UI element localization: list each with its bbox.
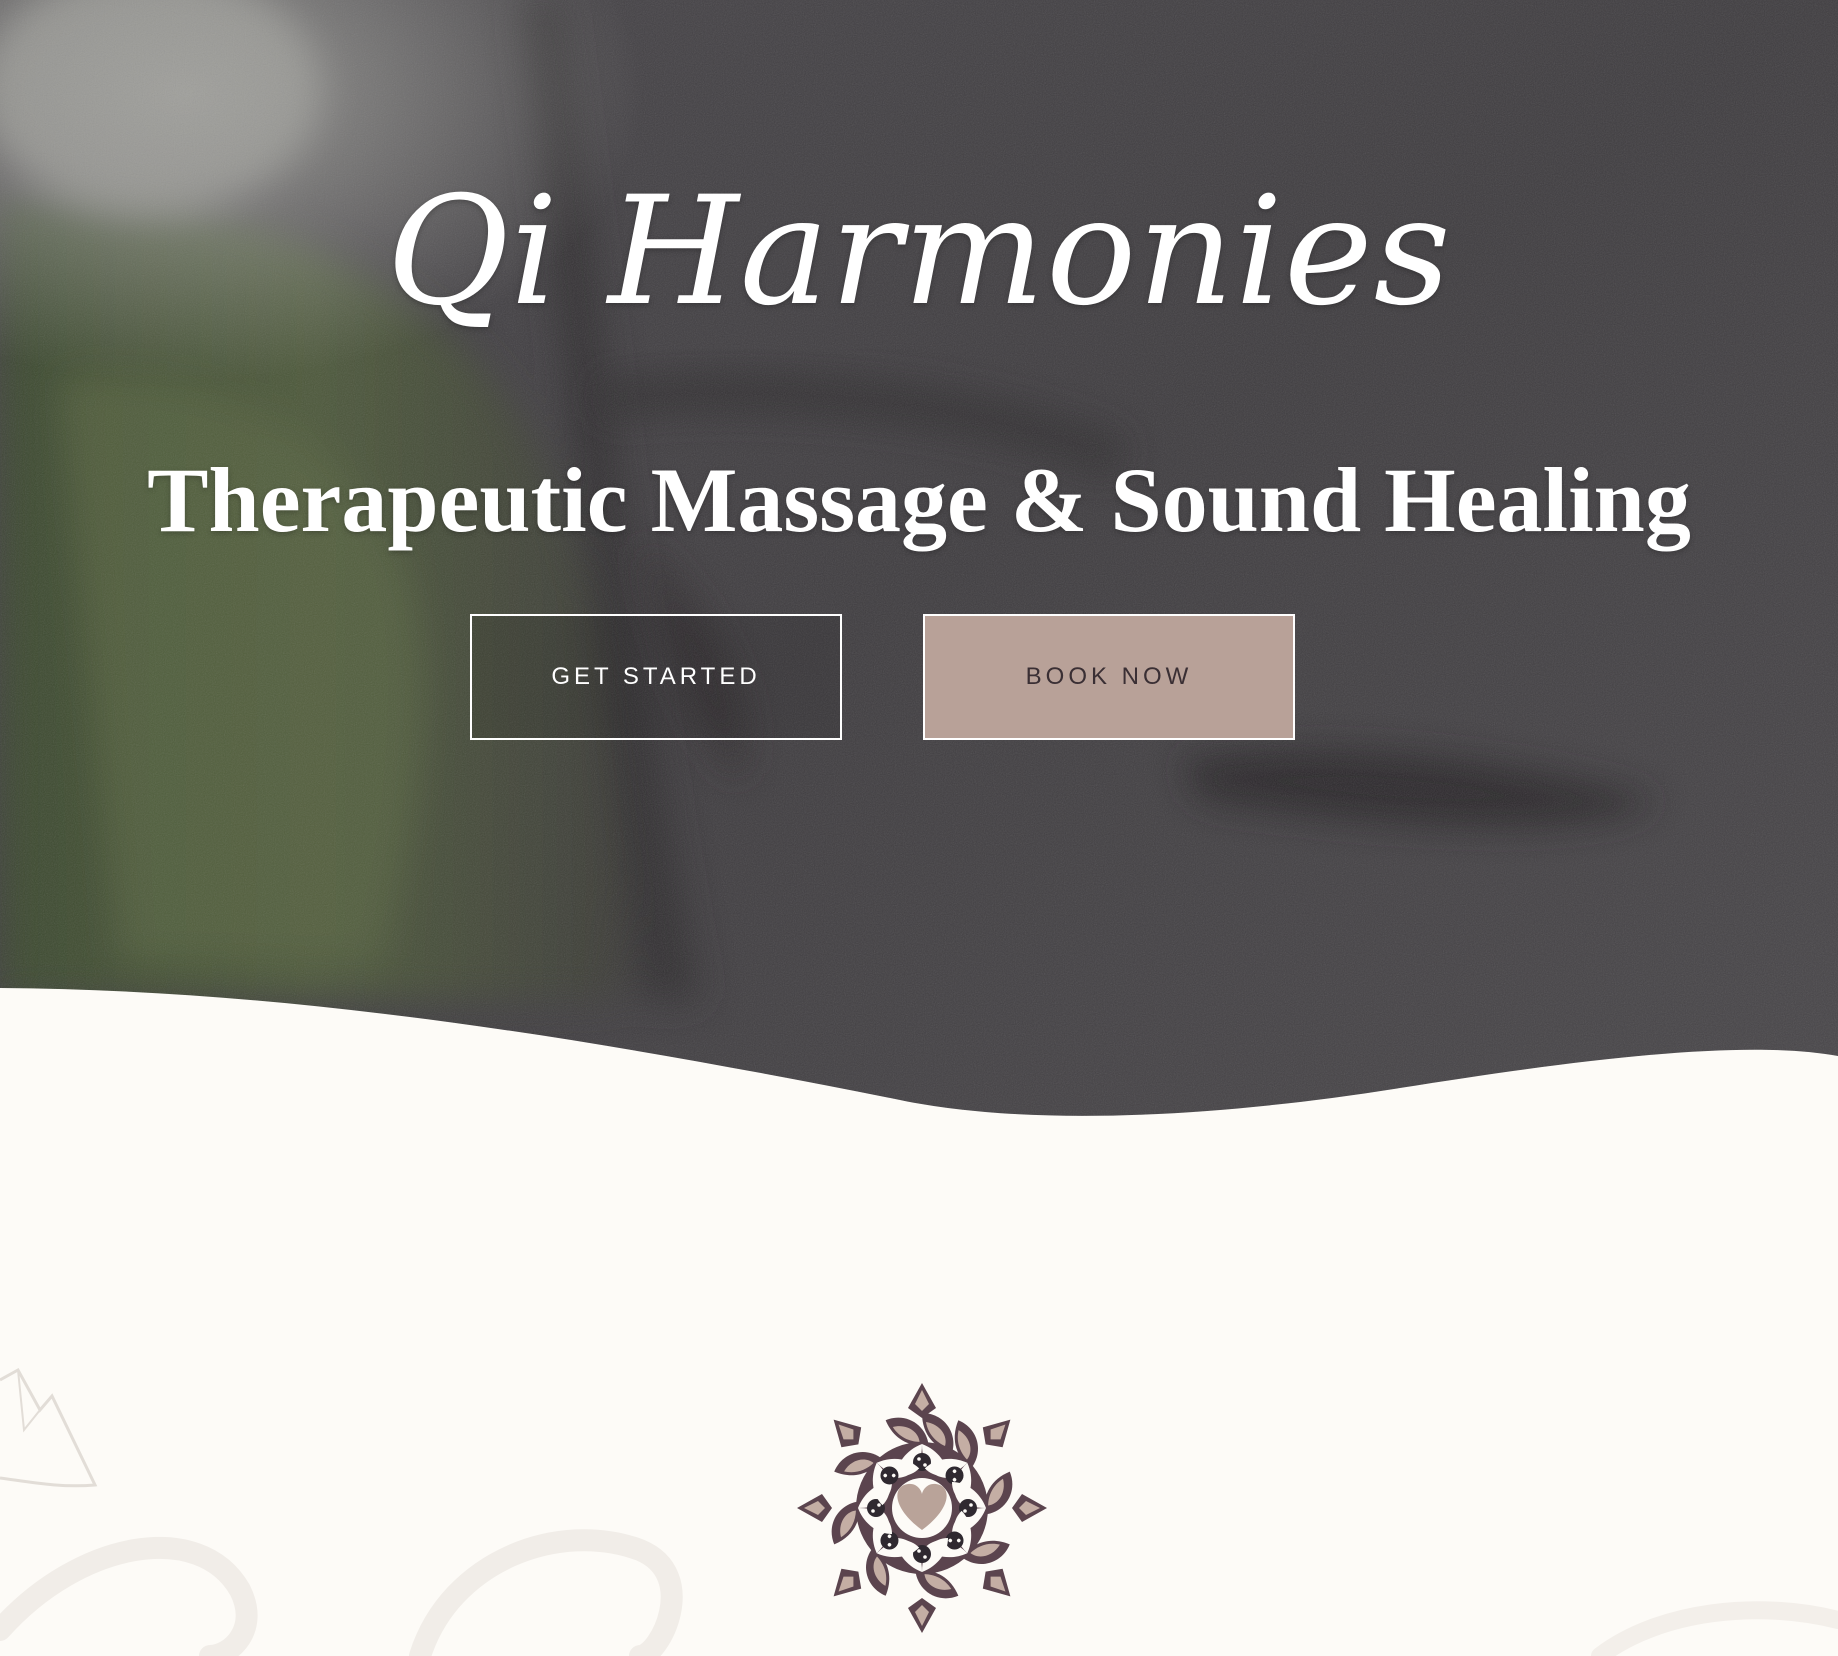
hero-subtitle: Therapeutic Massage & Sound Healing <box>147 449 1691 551</box>
hero-title: Qi Harmonies <box>386 165 1452 339</box>
get-started-button[interactable]: GET STARTED <box>470 614 842 740</box>
mountain-outline-icon <box>0 1367 98 1488</box>
wave-divider <box>0 988 1838 1180</box>
book-now-button[interactable]: BOOK NOW <box>923 614 1295 740</box>
mandala-heart-icon <box>797 1383 1047 1633</box>
